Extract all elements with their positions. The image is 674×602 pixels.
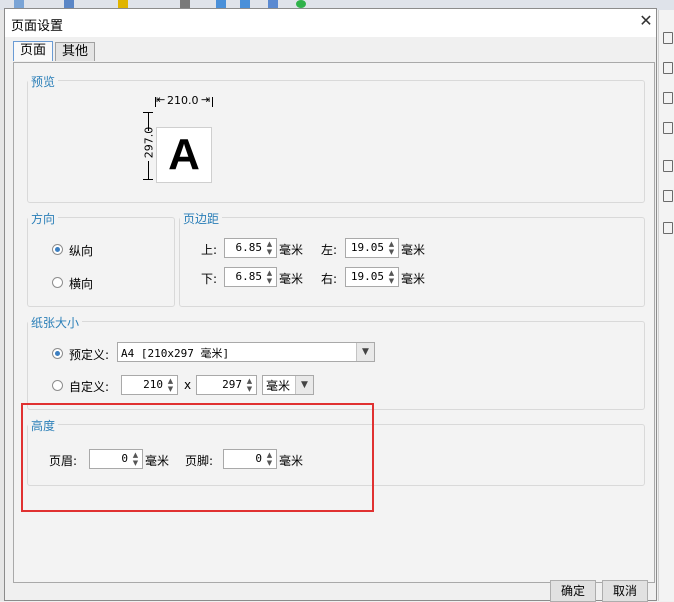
spin-up-icon[interactable]: ▲	[244, 377, 255, 385]
margin-bottom-label: 下:	[201, 272, 218, 286]
chevron-down-icon[interactable]: ▼	[356, 343, 374, 361]
toolbar-icon[interactable]	[240, 0, 250, 8]
toolbar-icon[interactable]	[663, 62, 673, 74]
preview-group-label: 预览	[28, 73, 59, 90]
toolbar-icon[interactable]	[663, 122, 673, 134]
app-right-toolbar	[658, 10, 674, 601]
preview-width-dimension: ⇤ 210.0 ⇥	[155, 93, 213, 108]
radio-predefined[interactable]	[52, 348, 63, 359]
radio-landscape-label[interactable]: 横向	[69, 275, 93, 292]
tab-page[interactable]: 页面	[13, 41, 54, 61]
spin-down-icon[interactable]: ▼	[386, 277, 397, 285]
radio-portrait[interactable]	[52, 244, 63, 255]
spin-down-icon[interactable]: ▼	[386, 248, 397, 256]
radio-predefined-label[interactable]: 预定义:	[69, 346, 109, 363]
toolbar-icon[interactable]	[118, 0, 128, 8]
highlight-box	[21, 403, 374, 512]
margin-bottom-unit: 毫米	[279, 272, 304, 286]
radio-custom-label[interactable]: 自定义:	[69, 378, 109, 395]
margin-left-input[interactable]: 19.05 ▲ ▼	[345, 238, 399, 258]
radio-portrait-label[interactable]: 纵向	[69, 242, 93, 259]
preview-width-label: 210.0	[167, 94, 199, 107]
custom-unit-select[interactable]: 毫米 ▼	[262, 375, 314, 395]
margin-top-input[interactable]: 6.85 ▲ ▼	[224, 238, 277, 258]
predefined-paper-select[interactable]: A4 [210x297 毫米] ▼	[117, 342, 375, 362]
orientation-group	[27, 217, 175, 307]
spin-up-icon[interactable]: ▲	[165, 377, 176, 385]
margin-right-input[interactable]: 19.05 ▲ ▼	[345, 267, 399, 287]
spin-up-icon[interactable]: ▲	[264, 240, 275, 248]
spin-down-icon[interactable]: ▼	[264, 277, 275, 285]
margin-top-label: 上:	[201, 243, 218, 257]
spin-up-icon[interactable]: ▲	[264, 269, 275, 277]
margins-group-label: 页边距	[180, 210, 223, 227]
dialog-title: 页面设置	[11, 19, 64, 34]
preview-height-dimension: 297.0	[141, 112, 157, 182]
margins-group	[179, 217, 645, 307]
spin-up-icon[interactable]: ▲	[386, 240, 397, 248]
toolbar-icon[interactable]	[663, 190, 673, 202]
spin-down-icon[interactable]: ▼	[264, 248, 275, 256]
paper-size-group-label: 纸张大小	[28, 314, 83, 331]
preview-height-label: 297.0	[142, 126, 156, 159]
toolbar-icon[interactable]	[663, 32, 673, 44]
margin-bottom-input[interactable]: 6.85 ▲ ▼	[224, 267, 277, 287]
radio-custom[interactable]	[52, 380, 63, 391]
custom-height-input[interactable]: 297 ▲ ▼	[196, 375, 257, 395]
margin-right-unit: 毫米	[401, 272, 426, 286]
close-icon[interactable]: ✕	[635, 10, 657, 32]
paper-size-group	[27, 321, 645, 410]
margin-top-unit: 毫米	[279, 243, 304, 257]
margin-right-label: 右:	[321, 272, 338, 286]
toolbar-icon[interactable]	[180, 0, 190, 8]
orientation-group-label: 方向	[28, 210, 59, 227]
toolbar-icon[interactable]	[663, 160, 673, 172]
toolbar-icon[interactable]	[663, 222, 673, 234]
spin-up-icon[interactable]: ▲	[386, 269, 397, 277]
page-preview: A	[156, 127, 212, 183]
times-sign: x	[184, 378, 192, 392]
spin-down-icon[interactable]: ▼	[244, 385, 255, 393]
toolbar-icon[interactable]	[663, 92, 673, 104]
radio-landscape[interactable]	[52, 277, 63, 288]
cancel-button[interactable]: 取消	[602, 580, 648, 602]
tab-other[interactable]: 其他	[55, 42, 96, 61]
chevron-down-icon[interactable]: ▼	[295, 376, 313, 394]
page-setup-dialog: 页面设置 ✕ 页面 其他 预览 A ⇤ 210.0 ⇥ 297.0 方向 纵向	[4, 8, 657, 602]
toolbar-icon[interactable]	[14, 0, 24, 8]
check-icon[interactable]	[296, 0, 306, 8]
toolbar-icon[interactable]	[268, 0, 278, 8]
title-bar: 页面设置 ✕	[5, 9, 656, 37]
toolbar-icon[interactable]	[216, 0, 226, 8]
preview-letter: A	[168, 130, 200, 179]
margin-left-label: 左:	[321, 243, 338, 257]
ok-button[interactable]: 确定	[550, 580, 596, 602]
custom-width-input[interactable]: 210 ▲ ▼	[121, 375, 178, 395]
margin-left-unit: 毫米	[401, 243, 426, 257]
toolbar-icon[interactable]	[64, 0, 74, 8]
spin-down-icon[interactable]: ▼	[165, 385, 176, 393]
preview-group	[27, 80, 645, 203]
